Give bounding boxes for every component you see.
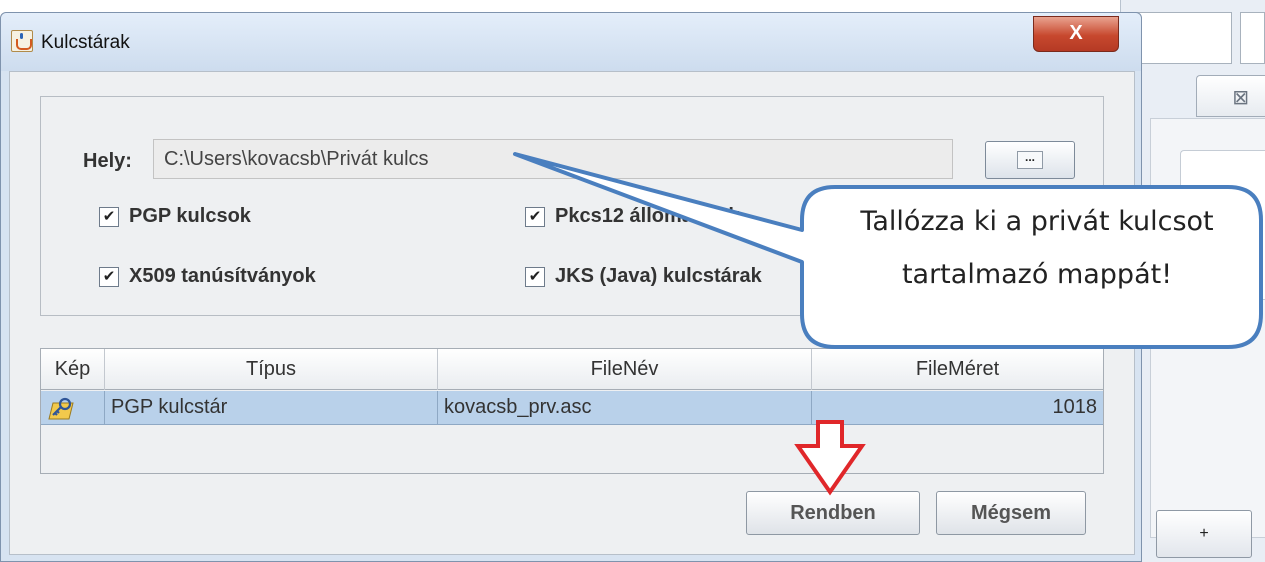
checkbox-jks[interactable]: ✔ JKS (Java) kulcstárak — [525, 265, 762, 288]
table-header: Kép Típus FileNév FileMéret — [41, 349, 1103, 390]
tab-close-icon[interactable]: ⊠ — [1232, 85, 1249, 110]
table-row[interactable]: PGP kulcstár kovacsb_prv.asc 1018 — [41, 391, 1103, 425]
title-bar[interactable]: Kulcstárak X — [1, 13, 1141, 71]
checkbox-label: X509 tanúsítványok — [129, 265, 316, 287]
background-app-tab[interactable]: ⊠ — [1196, 75, 1265, 117]
location-label: Hely: — [83, 150, 132, 172]
close-button[interactable]: X — [1033, 16, 1119, 52]
keystore-table: Kép Típus FileNév FileMéret PGP kulcstár… — [40, 348, 1104, 474]
column-header-type[interactable]: Típus — [105, 349, 438, 390]
cancel-button[interactable]: Mégsem — [936, 491, 1086, 535]
browse-button[interactable]: ... — [985, 141, 1075, 179]
checkbox-x509[interactable]: ✔ X509 tanúsítványok — [99, 265, 316, 288]
checkbox-pgp-keys[interactable]: ✔ PGP kulcsok — [99, 205, 251, 228]
background-add-button[interactable]: + — [1156, 510, 1252, 558]
browse-button-label: ... — [1017, 151, 1043, 169]
table-cell-filesize: 1018 — [1052, 396, 1098, 418]
window-title: Kulcstárak — [41, 32, 130, 53]
checkbox-checked-icon[interactable]: ✔ — [525, 206, 545, 227]
checkbox-label: PGP kulcsok — [129, 205, 251, 227]
dialog-content: Hely: C:\Users\kovacsb\Privát kulcs ... … — [9, 71, 1135, 555]
location-field[interactable]: C:\Users\kovacsb\Privát kulcs — [153, 139, 953, 179]
table-cell-filename: kovacsb_prv.asc — [438, 391, 812, 424]
checkbox-label: JKS (Java) kulcstárak — [555, 265, 762, 287]
column-header-image[interactable]: Kép — [41, 349, 105, 390]
callout-line-1: Tallózza ki a privát kulcsot — [860, 206, 1214, 237]
column-header-filesize[interactable]: FileMéret — [812, 349, 1103, 390]
checkbox-checked-icon[interactable]: ✔ — [99, 266, 119, 287]
checkbox-checked-icon[interactable]: ✔ — [525, 266, 545, 287]
table-cell-icon — [41, 391, 105, 424]
checkbox-checked-icon[interactable]: ✔ — [99, 206, 119, 227]
checkbox-label: Pkcs12 állományok — [555, 205, 740, 227]
table-cell-type: PGP kulcstár — [105, 391, 438, 424]
key-folder-icon — [48, 397, 74, 420]
background-app-field — [1132, 12, 1232, 64]
background-app-field — [1240, 12, 1265, 64]
column-header-filename[interactable]: FileNév — [438, 349, 812, 390]
callout-text: Tallózza ki a privát kulcsot tartalmazó … — [812, 195, 1262, 301]
java-app-icon — [11, 30, 33, 52]
checkbox-pkcs12[interactable]: ✔ Pkcs12 állományok — [525, 205, 740, 228]
ok-button[interactable]: Rendben — [746, 491, 920, 535]
callout-line-2: tartalmazó mappát! — [901, 259, 1173, 290]
